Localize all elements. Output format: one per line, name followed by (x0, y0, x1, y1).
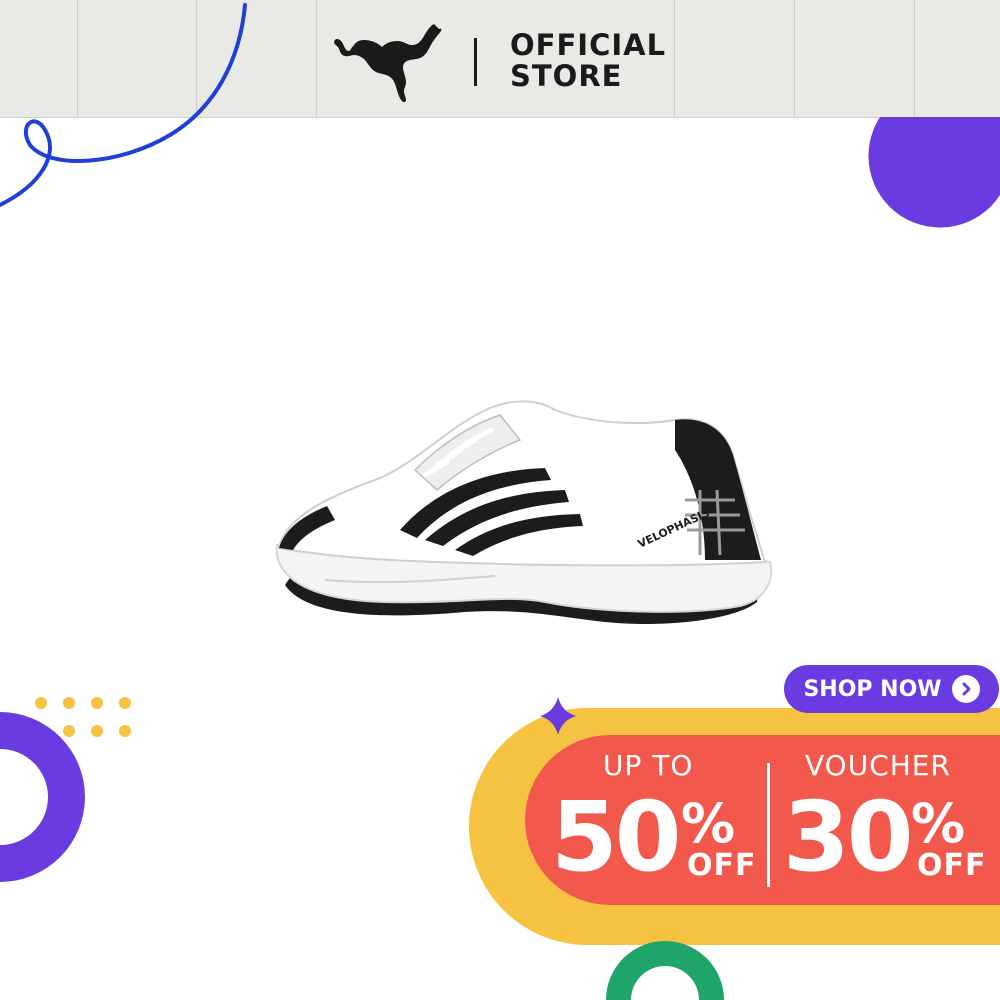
product-sneaker-image: VELOPHASIS (275, 400, 773, 624)
header-grid-line (914, 0, 915, 117)
purple-circle-decoration (868, 117, 1000, 228)
promo-voucher-percent: % (911, 792, 966, 855)
promo-voucher-block: VOUCHER 30 % OFF (783, 749, 995, 886)
shop-now-label: SHOP NOW (803, 676, 942, 702)
header-grid-line (196, 0, 197, 117)
promo-divider (767, 763, 770, 887)
header-grid-line (794, 0, 795, 117)
store-title-line1: OFFICIAL (510, 28, 667, 62)
chevron-right-icon (951, 675, 980, 703)
purple-ring-decoration (0, 712, 85, 882)
promo-voucher-off: OFF (917, 848, 987, 883)
promo-discount-percent: % (681, 792, 736, 855)
shop-now-button[interactable]: SHOP NOW (784, 665, 999, 713)
official-store-title: OFFICIAL STORE (510, 30, 666, 92)
yellow-dots-decoration (35, 697, 131, 737)
header-grid-line (316, 0, 317, 117)
header-grid-line (77, 0, 78, 117)
purple-sparkle-decoration (540, 697, 576, 735)
promo-discount-value: 50 (551, 781, 682, 893)
promo-voucher-label: VOUCHER (805, 749, 951, 782)
header-grid-line (674, 0, 675, 117)
promo-discount-off: OFF (687, 848, 757, 883)
promo-discount-block: UP TO 50 % OFF (551, 749, 773, 886)
promo-voucher-value: 30 (783, 781, 914, 893)
store-title-line2: STORE (510, 59, 623, 93)
promo-discount-label: UP TO (603, 749, 694, 782)
green-ring-decoration (606, 941, 724, 1000)
promo-banner: UP TO 50 % OFF VOUCHER 30 % OFF (525, 735, 1000, 905)
header-divider (474, 38, 477, 86)
store-header: OFFICIAL STORE (0, 0, 1000, 118)
puma-logo-icon (334, 24, 442, 103)
